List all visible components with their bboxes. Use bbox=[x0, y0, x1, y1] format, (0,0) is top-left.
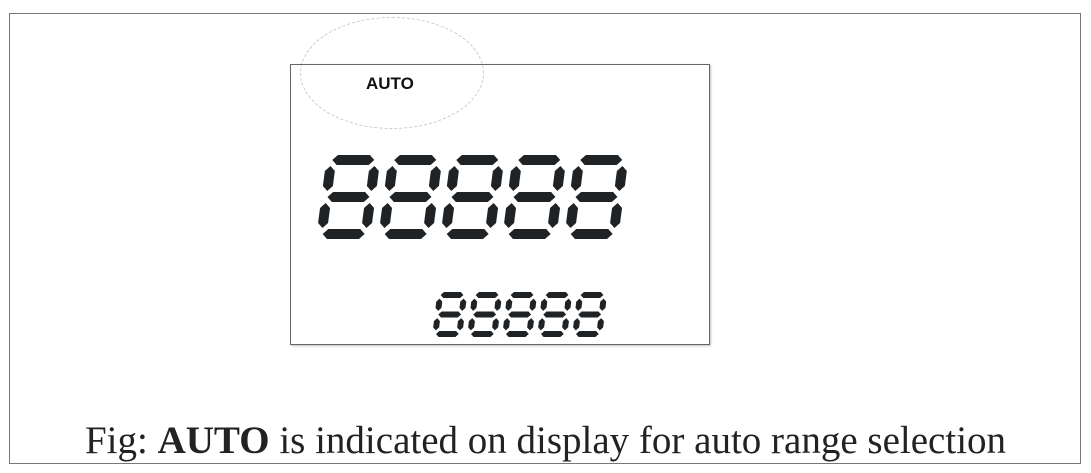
segment-d-digit-2 bbox=[384, 229, 427, 239]
segment-d-digit-1 bbox=[322, 229, 365, 239]
segment-f-digit-2 bbox=[470, 298, 478, 311]
segment-f-digit-4 bbox=[508, 166, 521, 191]
segment-b-digit-5 bbox=[599, 298, 607, 311]
segment-b-digit-1 bbox=[459, 298, 467, 311]
segment-c-digit-1 bbox=[362, 203, 375, 228]
segment-g-digit-4 bbox=[543, 311, 567, 318]
segment-b-digit-3 bbox=[529, 298, 537, 311]
segment-a-digit-1 bbox=[332, 155, 375, 165]
segment-e-digit-2 bbox=[468, 318, 475, 331]
segment-g-digit-5 bbox=[575, 192, 618, 202]
main-digit-readout bbox=[318, 155, 627, 239]
segment-f-digit-2 bbox=[384, 166, 397, 191]
segment-d-digit-4 bbox=[540, 331, 564, 337]
segment-e-digit-1 bbox=[318, 203, 331, 228]
segment-b-digit-4 bbox=[552, 166, 565, 191]
segment-f-digit-5 bbox=[570, 166, 583, 191]
segment-d-digit-2 bbox=[470, 331, 494, 337]
segment-d-digit-3 bbox=[505, 331, 529, 337]
segment-g-digit-1 bbox=[438, 311, 462, 318]
caption-suffix: is indicated on display for auto range s… bbox=[279, 419, 1007, 462]
segment-a-digit-4 bbox=[518, 155, 561, 165]
segment-a-digit-1 bbox=[440, 292, 464, 298]
segment-a-digit-2 bbox=[475, 292, 499, 298]
segment-f-digit-5 bbox=[575, 298, 583, 311]
segment-d-digit-1 bbox=[435, 331, 459, 337]
segment-e-digit-1 bbox=[433, 318, 440, 331]
segment-c-digit-4 bbox=[562, 318, 569, 331]
segment-c-digit-3 bbox=[527, 318, 534, 331]
auto-mode-indicator: AUTO bbox=[366, 74, 414, 93]
segment-e-digit-2 bbox=[380, 203, 393, 228]
segment-e-digit-5 bbox=[573, 318, 580, 331]
segment-a-digit-3 bbox=[456, 155, 499, 165]
segment-b-digit-4 bbox=[564, 298, 572, 311]
segment-e-digit-3 bbox=[442, 203, 455, 228]
segment-c-digit-2 bbox=[424, 203, 437, 228]
segment-g-digit-4 bbox=[513, 192, 556, 202]
segment-g-digit-5 bbox=[578, 311, 602, 318]
caption-highlight: AUTO bbox=[157, 419, 270, 462]
segment-c-digit-3 bbox=[486, 203, 499, 228]
segment-g-digit-1 bbox=[327, 192, 370, 202]
segment-f-digit-4 bbox=[540, 298, 548, 311]
caption-prefix: Fig: bbox=[84, 419, 148, 462]
figure-caption: Fig: AUTO is indicated on display for au… bbox=[0, 418, 1091, 463]
segment-g-digit-3 bbox=[451, 192, 494, 202]
segment-a-digit-5 bbox=[580, 155, 623, 165]
segment-e-digit-3 bbox=[503, 318, 510, 331]
segment-g-digit-3 bbox=[508, 311, 532, 318]
segment-d-digit-3 bbox=[446, 229, 489, 239]
segment-a-digit-5 bbox=[580, 292, 604, 298]
segment-c-digit-1 bbox=[457, 318, 464, 331]
segment-b-digit-1 bbox=[366, 166, 379, 191]
segment-c-digit-4 bbox=[548, 203, 561, 228]
segment-a-digit-2 bbox=[394, 155, 437, 165]
segment-f-digit-3 bbox=[446, 166, 459, 191]
segment-f-digit-3 bbox=[505, 298, 513, 311]
segment-d-digit-5 bbox=[575, 331, 599, 337]
segment-c-digit-2 bbox=[492, 318, 499, 331]
segment-c-digit-5 bbox=[597, 318, 604, 331]
segment-e-digit-4 bbox=[538, 318, 545, 331]
segment-g-digit-2 bbox=[473, 311, 497, 318]
segment-f-digit-1 bbox=[435, 298, 443, 311]
segment-d-digit-5 bbox=[570, 229, 613, 239]
segment-f-digit-1 bbox=[322, 166, 335, 191]
segment-b-digit-2 bbox=[428, 166, 441, 191]
segment-b-digit-3 bbox=[490, 166, 503, 191]
segment-g-digit-2 bbox=[389, 192, 432, 202]
segment-b-digit-2 bbox=[494, 298, 502, 311]
segment-e-digit-5 bbox=[566, 203, 579, 228]
segment-a-digit-4 bbox=[545, 292, 569, 298]
segment-e-digit-4 bbox=[504, 203, 517, 228]
segment-a-digit-3 bbox=[510, 292, 534, 298]
segment-d-digit-4 bbox=[508, 229, 551, 239]
sub-digit-readout bbox=[433, 292, 607, 337]
